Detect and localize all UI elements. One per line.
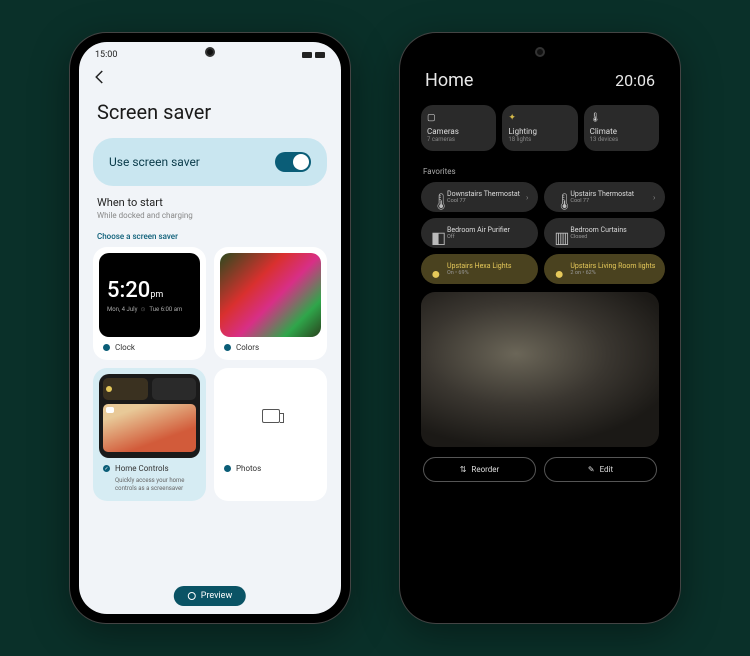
wifi-icon xyxy=(302,52,312,58)
use-screensaver-toggle[interactable] xyxy=(275,152,311,172)
colors-label: Colors xyxy=(236,343,259,352)
option-clock[interactable]: 5:20pm Mon, 4 July Tue 6:00 am Clock xyxy=(93,247,206,360)
home-label: Home Controls xyxy=(115,464,169,473)
alarm-icon xyxy=(140,306,146,312)
camera-feed[interactable] xyxy=(421,292,659,447)
phone-left: 15:00 Screen saver Use screen saver When… xyxy=(70,33,350,623)
edit-button[interactable]: ✎ Edit xyxy=(544,457,657,482)
home-sub: Quickly access your home controls as a s… xyxy=(99,475,200,495)
front-camera xyxy=(535,47,545,57)
when-to-start-row[interactable]: When to start While docked and charging xyxy=(97,196,323,220)
screen-left: 15:00 Screen saver Use screen saver When… xyxy=(79,42,341,614)
thermostat-icon: 🌡 xyxy=(590,113,653,123)
edit-icon: ✎ xyxy=(588,465,595,474)
bulb-icon: ● xyxy=(554,264,564,274)
when-sub: While docked and charging xyxy=(97,211,323,220)
home-title: Home xyxy=(425,70,473,91)
action-bar: ⇅ Reorder ✎ Edit xyxy=(409,447,671,492)
tile-cameras[interactable]: ▢ Cameras 7 cameras xyxy=(421,105,496,151)
phone-right: Home 20:06 ▢ Cameras 7 cameras ✦ Lightin… xyxy=(400,33,680,623)
back-button[interactable] xyxy=(91,68,109,86)
radio-icon xyxy=(224,344,231,351)
photos-icon xyxy=(262,409,280,423)
clock-time: 5:20pm xyxy=(107,278,192,303)
favorites-grid: 🌡 Downstairs ThermostatCool 77 › 🌡 Upsta… xyxy=(409,182,671,284)
bulb-icon xyxy=(106,386,112,392)
tile-lighting[interactable]: ✦ Lighting 18 lights xyxy=(502,105,577,151)
use-screensaver-label: Use screen saver xyxy=(109,155,200,169)
battery-icon xyxy=(315,52,325,58)
when-title: When to start xyxy=(97,196,323,209)
clock-date: Mon, 4 July Tue 6:00 am xyxy=(107,306,192,313)
hp-camera-tile xyxy=(103,404,196,452)
thermostat-icon: 🌡 xyxy=(554,192,564,202)
fav-living-room-lights[interactable]: ● Upstairs Living Room lights2 on • 62% xyxy=(544,254,665,284)
chevron-right-icon: › xyxy=(526,193,528,202)
clock-preview: 5:20pm Mon, 4 July Tue 6:00 am xyxy=(99,253,200,337)
home-time: 20:06 xyxy=(615,71,655,90)
camera-icon: ▢ xyxy=(427,113,490,123)
tile-climate[interactable]: 🌡 Climate 13 devices xyxy=(584,105,659,151)
bulb-icon: ✦ xyxy=(508,113,571,123)
chevron-right-icon: › xyxy=(653,193,655,202)
fav-downstairs-thermostat[interactable]: 🌡 Downstairs ThermostatCool 77 › xyxy=(421,182,538,212)
status-time: 15:00 xyxy=(95,50,117,60)
screensaver-grid: 5:20pm Mon, 4 July Tue 6:00 am Clock Col… xyxy=(79,247,341,501)
choose-label: Choose a screen saver xyxy=(97,232,323,241)
photos-preview xyxy=(220,374,321,458)
radio-icon xyxy=(103,344,110,351)
hp-tile xyxy=(152,378,197,400)
curtain-icon: ▥ xyxy=(554,228,564,238)
radio-icon xyxy=(224,465,231,472)
favorites-label: Favorites xyxy=(423,167,657,176)
fav-curtains[interactable]: ▥ Bedroom CurtainsClosed xyxy=(544,218,665,248)
preview-button[interactable]: Preview xyxy=(174,586,246,606)
colors-preview xyxy=(220,253,321,337)
use-screensaver-card[interactable]: Use screen saver xyxy=(93,138,327,186)
screen-right: Home 20:06 ▢ Cameras 7 cameras ✦ Lightin… xyxy=(409,42,671,614)
front-camera xyxy=(205,47,215,57)
page-title: Screen saver xyxy=(97,100,323,124)
purifier-icon: ◧ xyxy=(431,228,441,238)
photos-label: Photos xyxy=(236,464,261,473)
hp-tile-lit xyxy=(103,378,148,400)
option-colors[interactable]: Colors xyxy=(214,247,327,360)
fav-hexa-lights[interactable]: ● Upstairs Hexa LightsOn • 69% xyxy=(421,254,538,284)
fav-upstairs-thermostat[interactable]: 🌡 Upstairs ThermostatCool 77 › xyxy=(544,182,665,212)
eye-icon xyxy=(188,592,196,600)
option-photos[interactable]: Photos xyxy=(214,368,327,501)
home-preview xyxy=(99,374,200,458)
clock-label: Clock xyxy=(115,343,135,352)
reorder-icon: ⇅ xyxy=(460,465,467,474)
check-icon: ✓ xyxy=(103,465,110,472)
category-tiles: ▢ Cameras 7 cameras ✦ Lighting 18 lights… xyxy=(409,99,671,157)
option-home-controls[interactable]: ✓ Home Controls Quickly access your home … xyxy=(93,368,206,501)
status-icons xyxy=(302,52,325,58)
fav-air-purifier[interactable]: ◧ Bedroom Air PurifierOff xyxy=(421,218,538,248)
reorder-button[interactable]: ⇅ Reorder xyxy=(423,457,536,482)
thermostat-icon: 🌡 xyxy=(431,192,441,202)
bulb-icon: ● xyxy=(431,264,441,274)
toggle-knob xyxy=(293,154,309,170)
